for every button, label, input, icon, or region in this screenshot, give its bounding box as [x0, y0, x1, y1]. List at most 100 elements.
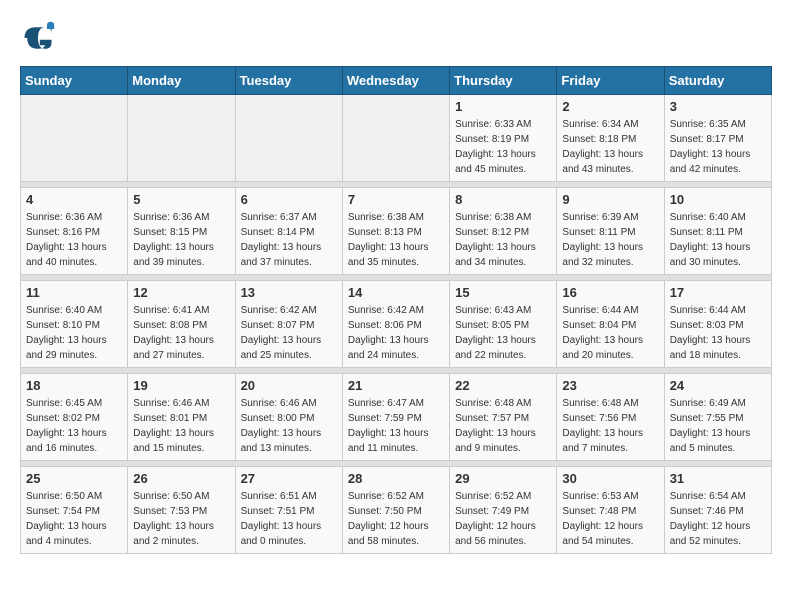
column-header-sunday: Sunday: [21, 67, 128, 95]
calendar-week-4: 18 Sunrise: 6:45 AMSunset: 8:02 PMDayligh…: [21, 374, 772, 461]
calendar-cell: 23Sunrise: 6:48 AMSunset: 7:56 PMDayligh…: [557, 374, 664, 461]
calendar-cell: 3 Sunrise: 6:35 AMSunset: 8:17 PMDaylight…: [664, 95, 771, 182]
calendar-cell: 27 Sunrise: 6:51 AMSunset: 7:51 PMDayligh…: [235, 467, 342, 554]
calendar-cell: 6 Sunrise: 6:37 AMSunset: 8:14 PMDaylight…: [235, 188, 342, 275]
calendar-cell: 13 Sunrise: 6:42 AMSunset: 8:07 PMDayligh…: [235, 281, 342, 368]
calendar-cell: 31 Sunrise: 6:54 AMSunset: 7:46 PMDayligh…: [664, 467, 771, 554]
day-number: 11: [26, 285, 122, 300]
day-info: Sunrise: 6:44 AMSunset: 8:03 PMDaylight:…: [670, 303, 766, 363]
day-info: Sunrise: 6:48 AMSunset: 7:57 PMDaylight:…: [455, 396, 551, 456]
calendar-cell: 20Sunrise: 6:46 AMSunset: 8:00 PMDayligh…: [235, 374, 342, 461]
logo: [20, 20, 60, 56]
day-info: Sunrise: 6:39 AMSunset: 8:11 PMDaylight:…: [562, 210, 658, 270]
day-number: 12: [133, 285, 229, 300]
day-info: Sunrise: 6:52 AMSunset: 7:50 PMDaylight:…: [348, 489, 444, 549]
calendar-week-3: 11 Sunrise: 6:40 AMSunset: 8:10 PMDayligh…: [21, 281, 772, 368]
day-number: 2: [562, 99, 658, 114]
calendar-cell: 7Sunrise: 6:38 AMSunset: 8:13 PMDaylight…: [342, 188, 449, 275]
day-number: 30: [562, 471, 658, 486]
calendar-cell: 21Sunrise: 6:47 AMSunset: 7:59 PMDayligh…: [342, 374, 449, 461]
day-info: Sunrise: 6:40 AMSunset: 8:10 PMDaylight:…: [26, 303, 122, 363]
day-number: 22: [455, 378, 551, 393]
calendar-cell: 10 Sunrise: 6:40 AMSunset: 8:11 PMDayligh…: [664, 188, 771, 275]
column-header-thursday: Thursday: [450, 67, 557, 95]
calendar-cell: [21, 95, 128, 182]
page-header: [20, 20, 772, 56]
day-number: 19: [133, 378, 229, 393]
day-info: Sunrise: 6:46 AMSunset: 8:01 PMDaylight:…: [133, 396, 229, 456]
calendar-cell: [342, 95, 449, 182]
calendar-cell: 30 Sunrise: 6:53 AMSunset: 7:48 PMDayligh…: [557, 467, 664, 554]
calendar-cell: 11 Sunrise: 6:40 AMSunset: 8:10 PMDayligh…: [21, 281, 128, 368]
day-info: Sunrise: 6:46 AMSunset: 8:00 PMDaylight:…: [241, 396, 337, 456]
calendar-week-5: 25 Sunrise: 6:50 AMSunset: 7:54 PMDayligh…: [21, 467, 772, 554]
day-info: Sunrise: 6:37 AMSunset: 8:14 PMDaylight:…: [241, 210, 337, 270]
column-header-monday: Monday: [128, 67, 235, 95]
day-info: Sunrise: 6:50 AMSunset: 7:54 PMDaylight:…: [26, 489, 122, 549]
calendar-week-1: 1 Sunrise: 6:33 AMSunset: 8:19 PMDaylight…: [21, 95, 772, 182]
calendar-week-2: 4 Sunrise: 6:36 AMSunset: 8:16 PMDaylight…: [21, 188, 772, 275]
day-number: 13: [241, 285, 337, 300]
calendar-cell: 2 Sunrise: 6:34 AMSunset: 8:18 PMDaylight…: [557, 95, 664, 182]
day-info: Sunrise: 6:34 AMSunset: 8:18 PMDaylight:…: [562, 117, 658, 177]
day-number: 18: [26, 378, 122, 393]
header-row: SundayMondayTuesdayWednesdayThursdayFrid…: [21, 67, 772, 95]
day-info: Sunrise: 6:35 AMSunset: 8:17 PMDaylight:…: [670, 117, 766, 177]
day-info: Sunrise: 6:49 AMSunset: 7:55 PMDaylight:…: [670, 396, 766, 456]
logo-icon: [20, 20, 56, 56]
day-number: 8: [455, 192, 551, 207]
calendar-cell: 29 Sunrise: 6:52 AMSunset: 7:49 PMDayligh…: [450, 467, 557, 554]
day-number: 25: [26, 471, 122, 486]
calendar-cell: 9Sunrise: 6:39 AMSunset: 8:11 PMDaylight…: [557, 188, 664, 275]
calendar-cell: 5 Sunrise: 6:36 AMSunset: 8:15 PMDaylight…: [128, 188, 235, 275]
calendar-cell: 22 Sunrise: 6:48 AMSunset: 7:57 PMDayligh…: [450, 374, 557, 461]
day-info: Sunrise: 6:50 AMSunset: 7:53 PMDaylight:…: [133, 489, 229, 549]
day-info: Sunrise: 6:45 AMSunset: 8:02 PMDaylight:…: [26, 396, 122, 456]
day-info: Sunrise: 6:47 AMSunset: 7:59 PMDaylight:…: [348, 396, 444, 456]
day-info: Sunrise: 6:54 AMSunset: 7:46 PMDaylight:…: [670, 489, 766, 549]
day-number: 5: [133, 192, 229, 207]
calendar-cell: [128, 95, 235, 182]
calendar-cell: 12 Sunrise: 6:41 AMSunset: 8:08 PMDayligh…: [128, 281, 235, 368]
calendar-cell: 16Sunrise: 6:44 AMSunset: 8:04 PMDayligh…: [557, 281, 664, 368]
day-number: 31: [670, 471, 766, 486]
calendar-cell: 15 Sunrise: 6:43 AMSunset: 8:05 PMDayligh…: [450, 281, 557, 368]
day-info: Sunrise: 6:52 AMSunset: 7:49 PMDaylight:…: [455, 489, 551, 549]
day-info: Sunrise: 6:36 AMSunset: 8:16 PMDaylight:…: [26, 210, 122, 270]
day-number: 16: [562, 285, 658, 300]
column-header-friday: Friday: [557, 67, 664, 95]
calendar-table: SundayMondayTuesdayWednesdayThursdayFrid…: [20, 66, 772, 554]
calendar-cell: 19 Sunrise: 6:46 AMSunset: 8:01 PMDayligh…: [128, 374, 235, 461]
day-info: Sunrise: 6:41 AMSunset: 8:08 PMDaylight:…: [133, 303, 229, 363]
calendar-cell: 1 Sunrise: 6:33 AMSunset: 8:19 PMDaylight…: [450, 95, 557, 182]
calendar-cell: 17 Sunrise: 6:44 AMSunset: 8:03 PMDayligh…: [664, 281, 771, 368]
day-number: 3: [670, 99, 766, 114]
column-header-wednesday: Wednesday: [342, 67, 449, 95]
day-number: 28: [348, 471, 444, 486]
day-number: 29: [455, 471, 551, 486]
day-number: 23: [562, 378, 658, 393]
calendar-cell: [235, 95, 342, 182]
day-number: 6: [241, 192, 337, 207]
day-number: 4: [26, 192, 122, 207]
day-number: 27: [241, 471, 337, 486]
day-info: Sunrise: 6:51 AMSunset: 7:51 PMDaylight:…: [241, 489, 337, 549]
day-info: Sunrise: 6:33 AMSunset: 8:19 PMDaylight:…: [455, 117, 551, 177]
day-number: 17: [670, 285, 766, 300]
day-number: 26: [133, 471, 229, 486]
day-info: Sunrise: 6:53 AMSunset: 7:48 PMDaylight:…: [562, 489, 658, 549]
calendar-cell: 18 Sunrise: 6:45 AMSunset: 8:02 PMDayligh…: [21, 374, 128, 461]
calendar-cell: 28 Sunrise: 6:52 AMSunset: 7:50 PMDayligh…: [342, 467, 449, 554]
calendar-cell: 24 Sunrise: 6:49 AMSunset: 7:55 PMDayligh…: [664, 374, 771, 461]
day-number: 1: [455, 99, 551, 114]
day-info: Sunrise: 6:43 AMSunset: 8:05 PMDaylight:…: [455, 303, 551, 363]
calendar-cell: 4 Sunrise: 6:36 AMSunset: 8:16 PMDaylight…: [21, 188, 128, 275]
day-info: Sunrise: 6:42 AMSunset: 8:07 PMDaylight:…: [241, 303, 337, 363]
day-info: Sunrise: 6:40 AMSunset: 8:11 PMDaylight:…: [670, 210, 766, 270]
day-number: 15: [455, 285, 551, 300]
calendar-cell: 26 Sunrise: 6:50 AMSunset: 7:53 PMDayligh…: [128, 467, 235, 554]
calendar-cell: 25 Sunrise: 6:50 AMSunset: 7:54 PMDayligh…: [21, 467, 128, 554]
day-number: 10: [670, 192, 766, 207]
day-info: Sunrise: 6:36 AMSunset: 8:15 PMDaylight:…: [133, 210, 229, 270]
day-number: 24: [670, 378, 766, 393]
